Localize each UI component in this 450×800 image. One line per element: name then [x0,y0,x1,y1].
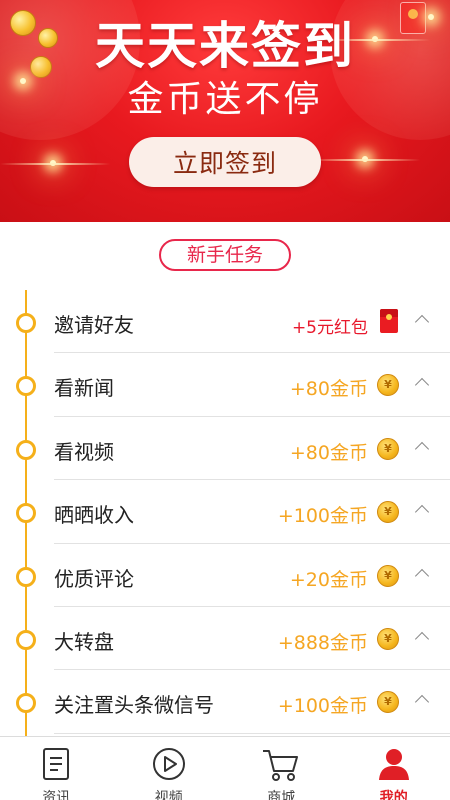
coin-icon: ¥ [377,564,399,587]
coin-icon: ¥ [377,501,399,524]
task-name: 关注置头条微信号 [54,693,214,718]
timeline-dot-icon [16,566,36,587]
play-icon [152,747,186,785]
task-name: 看视频 [54,439,114,464]
task-name: 看新闻 [54,376,114,401]
task-row[interactable]: 优质评论 +20金币 ¥ [0,544,450,607]
nav-item-video[interactable]: 视频 [113,737,226,800]
chevron-up-icon[interactable] [414,568,430,583]
task-name: 大转盘 [54,629,114,654]
checkin-button[interactable]: 立即签到 [129,137,321,187]
task-reward: +5元红包 [291,318,368,338]
coin-icon: ¥ [377,374,399,397]
task-row[interactable]: 晒晒收入 +100金币 ¥ [0,480,450,544]
timeline-dot-icon [16,313,36,333]
chevron-up-icon[interactable] [414,631,430,647]
task-row[interactable]: 关注置头条微信号 +100金币 ¥ [0,670,450,734]
nav-item-mine[interactable]: 我的 [338,737,450,800]
coin-icon: ¥ [377,691,399,714]
chevron-up-icon[interactable] [414,505,430,520]
nav-item-news[interactable]: 资讯 [0,737,113,800]
task-row[interactable]: 邀请好友 +5元红包 [0,290,450,354]
task-reward: +80金币 [289,378,368,401]
chevron-up-icon[interactable] [414,441,430,456]
banner-subtitle: 金币送不停 [127,79,323,120]
sparkle-ray [0,163,110,165]
task-name: 邀请好友 [54,313,134,337]
cart-icon [261,747,301,787]
user-icon [377,747,411,785]
nav-item-mall[interactable]: 商城 [225,737,338,800]
task-row[interactable]: 看视频 +80金币 ¥ [0,417,450,481]
coin-icon: ¥ [377,627,399,650]
timeline-dot-icon [16,693,36,714]
nav-label: 视频 [154,790,183,800]
task-reward: +80金币 [289,441,368,464]
nav-label: 商城 [267,790,296,800]
timeline-dot-icon [16,439,36,460]
task-list: 邀请好友 +5元红包 看新闻 +80金币 ¥ 看视频 +80金币 ¥ 晒晒收入 +100金币 ¥ 优质… [0,290,450,734]
row-divider [54,732,450,734]
news-icon [42,747,70,785]
banner-title: 天天来签到 [95,17,355,75]
bottom-nav: 资讯 视频 商城 我的 [0,736,450,800]
section-label-newbie-tasks: 新手任务 [159,239,291,271]
chevron-up-icon[interactable] [414,314,430,330]
task-reward: +888金币 [277,631,368,654]
timeline-dot-icon [16,629,36,650]
sparkle-ray [310,159,420,161]
task-name: 晒晒收入 [54,503,134,528]
timeline-dot-icon [16,376,36,397]
checkin-banner: 天天来签到 金币送不停 立即签到 [0,0,450,222]
task-reward: +100金币 [277,505,368,528]
task-reward: +100金币 [277,695,368,718]
nav-label: 我的 [379,790,408,800]
chevron-up-icon[interactable] [414,695,430,710]
task-name: 优质评论 [54,566,134,591]
coin-icon: ¥ [377,437,399,460]
chevron-up-icon[interactable] [414,378,430,393]
timeline-dot-icon [16,503,36,524]
app-screen: 天天来签到 金币送不停 立即签到 新手任务 邀请好友 +5元红包看新闻 +80金币 ¥… [0,0,450,800]
task-row[interactable]: 看新闻 +80金币 ¥ [0,353,450,417]
task-reward: +20金币 [289,568,368,591]
nav-label: 资讯 [42,790,71,800]
red-envelope-icon [380,309,398,333]
task-row[interactable]: 大转盘 +888金币 ¥ [0,607,450,671]
